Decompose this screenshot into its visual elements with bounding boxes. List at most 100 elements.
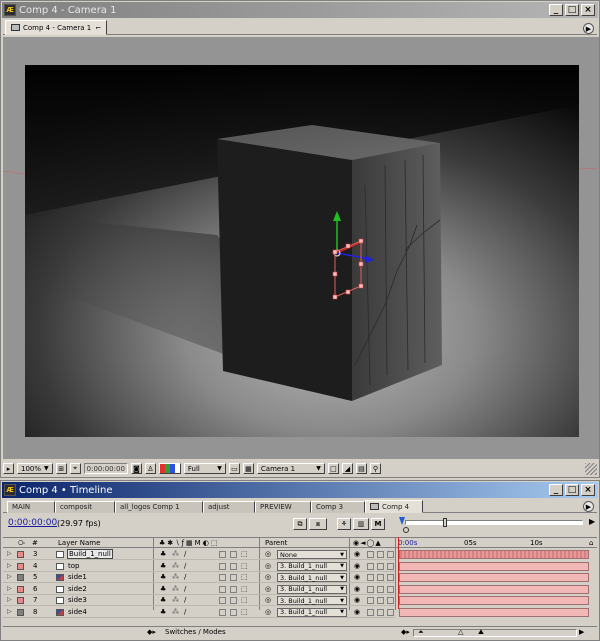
shy-switch-icon[interactable]: ♣ xyxy=(160,573,166,581)
track-area[interactable] xyxy=(397,537,589,617)
zoom-out-mountain-icon[interactable]: ⏶ xyxy=(418,628,424,637)
3d-layer-switch-icon[interactable]: ⬚ xyxy=(241,596,248,604)
tab-comp-4[interactable]: Comp 4 xyxy=(365,500,423,513)
3d-layer-switch-icon[interactable]: ⬚ xyxy=(241,562,248,570)
video-eye-icon[interactable]: ◉ xyxy=(354,596,360,604)
expand-triangle-icon[interactable]: ▷ xyxy=(7,562,12,569)
time-zoom-slider[interactable]: ⏶ △ ⛰ xyxy=(413,628,577,637)
comp-titlebar[interactable]: Æ Comp 4 - Camera 1 _ □ × xyxy=(2,2,598,18)
collapse-switch-icon[interactable]: ⁂ xyxy=(172,585,179,593)
label-color-swatch[interactable] xyxy=(17,597,24,604)
adjustment-switch[interactable] xyxy=(230,562,237,570)
panel-menu-arrow-icon[interactable]: ▶ xyxy=(583,23,594,34)
current-time-display[interactable]: 0:00:00:00 xyxy=(8,518,57,528)
timeline-toggle-icon[interactable]: ▤ xyxy=(355,463,367,474)
label-color-swatch[interactable] xyxy=(17,574,24,581)
layer-duration-bar[interactable] xyxy=(399,573,589,582)
snapshot-camera-icon[interactable]: ◙ xyxy=(130,463,142,474)
pickwhip-icon[interactable]: ◎ xyxy=(265,585,271,593)
quality-switch-icon[interactable]: ∕ xyxy=(184,550,186,558)
quality-switch-icon[interactable]: ∕ xyxy=(184,562,186,570)
tab-close-icon[interactable]: ⌐ xyxy=(95,24,101,32)
shy-switch-icon[interactable]: ♣ xyxy=(160,596,166,604)
layer-name[interactable]: Build_1_null xyxy=(67,549,113,559)
navigator-arrow-icon[interactable]: ▶ xyxy=(589,517,597,526)
solo-switch[interactable] xyxy=(377,585,384,593)
motion-blur-switch[interactable] xyxy=(219,551,226,558)
parent-dropdown[interactable]: 3. Build_1_null ▼ xyxy=(277,573,347,582)
video-eye-icon[interactable]: ◉ xyxy=(354,550,360,558)
lock-switch[interactable] xyxy=(387,597,394,604)
close-button[interactable]: × xyxy=(581,484,595,496)
adjustment-switch[interactable] xyxy=(230,585,237,593)
audio-switch[interactable] xyxy=(367,597,374,604)
layer-duration-bar[interactable] xyxy=(399,596,589,605)
adjustment-switch[interactable] xyxy=(230,551,237,558)
solo-switch[interactable] xyxy=(377,597,384,604)
pickwhip-icon[interactable]: ◎ xyxy=(265,573,271,581)
comp-marker-icon[interactable]: ⧉ xyxy=(293,518,307,530)
motion-blur-switch[interactable] xyxy=(219,562,226,570)
3d-layer-switch-icon[interactable]: ⬚ xyxy=(241,573,248,581)
camera-render-canvas[interactable] xyxy=(25,65,579,437)
collapse-switch-icon[interactable]: ⁂ xyxy=(172,596,179,604)
expand-triangle-icon[interactable]: ▷ xyxy=(7,573,12,580)
minimize-button[interactable]: _ xyxy=(549,4,563,16)
switches-modes-toggle[interactable]: Switches / Modes xyxy=(165,628,226,636)
current-time-field[interactable]: 0:00:00:00 xyxy=(83,463,128,474)
layer-duration-bar[interactable] xyxy=(399,550,589,559)
layer-row[interactable]: ▷ 3 Build_1_null ♣ ⁂ ∕ ⬚ ◎ None ▼ ◉ xyxy=(3,549,395,560)
layer-duration-bar[interactable] xyxy=(399,584,589,594)
tab-composit[interactable]: composit xyxy=(55,501,115,513)
video-eye-icon[interactable]: ◉ xyxy=(354,562,360,570)
shy-switch-icon[interactable]: ♣ xyxy=(160,585,166,593)
video-eye-icon[interactable]: ◉ xyxy=(354,573,360,581)
transparency-grid-icon[interactable]: ▦ xyxy=(242,463,254,474)
tab-all-logos-comp-1[interactable]: all_logos Comp 1 xyxy=(115,501,203,513)
collapse-switch-icon[interactable]: ⁂ xyxy=(172,550,179,558)
motion-blur-switch[interactable] xyxy=(219,608,226,616)
tab-comp-3[interactable]: Comp 3 xyxy=(311,501,365,513)
pickwhip-icon[interactable]: ◎ xyxy=(265,608,271,616)
resize-grip-icon[interactable] xyxy=(585,462,597,475)
pickwhip-icon[interactable]: ◎ xyxy=(265,562,271,570)
layer-name[interactable]: side1 xyxy=(68,573,87,581)
layer-row[interactable]: ▷ 4 top ♣ ⁂ ∕ ⬚ ◎ 3. Build_1_null ▼ ◉ xyxy=(3,561,395,572)
navigator-end-handle[interactable] xyxy=(443,518,447,527)
pickwhip-icon[interactable]: ◎ xyxy=(265,550,271,558)
show-snapshot-icon[interactable]: ♙ xyxy=(144,463,156,474)
parent-dropdown[interactable]: 3. Build_1_null ▼ xyxy=(277,584,347,594)
maximize-button[interactable]: □ xyxy=(565,4,579,16)
tab-adjust[interactable]: adjust xyxy=(203,501,255,513)
layer-name[interactable]: side2 xyxy=(68,585,87,593)
3d-layer-switch-icon[interactable]: ⬚ xyxy=(241,550,248,558)
scroll-right-icon[interactable]: ▶ xyxy=(579,628,584,636)
solo-switch[interactable] xyxy=(377,562,384,570)
expand-triangle-icon[interactable]: ▷ xyxy=(7,596,12,603)
lock-switch[interactable] xyxy=(387,585,394,593)
lock-switch[interactable] xyxy=(387,608,394,616)
layer-name[interactable]: top xyxy=(68,562,79,570)
label-color-swatch[interactable] xyxy=(17,585,24,593)
expand-triangle-icon[interactable]: ▷ xyxy=(7,585,12,592)
quality-switch-icon[interactable]: ∕ xyxy=(184,585,186,593)
flowchart-icon[interactable]: ⚲ xyxy=(369,463,381,474)
layer-row[interactable]: ▷ 6 side2 ♣ ⁂ ∕ ⬚ ◎ 3. Build_1_null ▼ ◉ xyxy=(3,584,395,595)
layer-duration-bar[interactable] xyxy=(399,607,589,617)
collapse-switch-icon[interactable]: ⁂ xyxy=(172,573,179,581)
live-update-icon[interactable]: ⧈ xyxy=(309,518,327,530)
region-of-interest-icon[interactable]: ▭ xyxy=(228,463,240,474)
panel-menu-arrow-icon[interactable]: ▶ xyxy=(583,501,594,512)
parent-dropdown[interactable]: 3. Build_1_null ▼ xyxy=(277,561,347,571)
audio-switch[interactable] xyxy=(367,608,374,616)
adjustment-switch[interactable] xyxy=(230,608,237,616)
layer-row[interactable]: ▷ 8 side4 ♣ ⁂ ∕ ⬚ ◎ 3. Build_1_null ▼ ◉ xyxy=(3,607,395,618)
parent-dropdown[interactable]: 3. Build_1_null ▼ xyxy=(277,596,347,605)
audio-switch[interactable] xyxy=(367,562,374,570)
always-preview-button[interactable]: ▸ xyxy=(3,463,14,474)
video-eye-icon[interactable]: ◉ xyxy=(354,585,360,593)
layer-row[interactable]: ▷ 5 side1 ♣ ⁂ ∕ ⬚ ◎ 3. Build_1_null ▼ ◉ xyxy=(3,572,395,583)
collapse-switch-icon[interactable]: ⁂ xyxy=(172,608,179,616)
parent-dropdown[interactable]: None ▼ xyxy=(277,550,347,559)
solo-switch[interactable] xyxy=(377,574,384,581)
